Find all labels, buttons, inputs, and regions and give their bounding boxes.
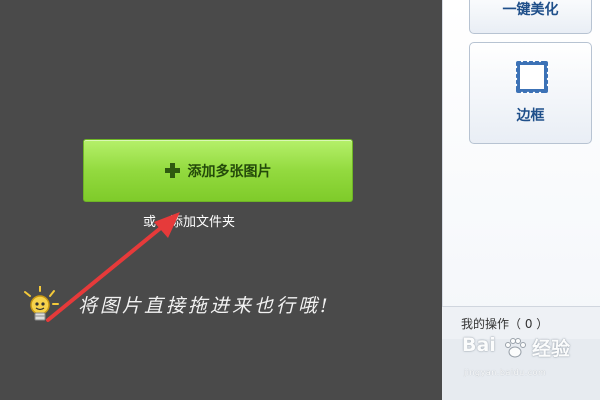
paw-icon	[505, 338, 526, 358]
frame-icon	[514, 59, 550, 95]
drag-hint-text: 将图片直接拖进来也行哦!	[78, 295, 331, 317]
my-operations-label: 我的操作（ 0 ）	[461, 316, 549, 331]
border-button[interactable]: 边框	[469, 42, 592, 144]
watermark-text-right: 经验	[532, 338, 571, 360]
baidu-jingyan-watermark: Bai 经验 jingyan.baidu.com	[462, 334, 600, 384]
plus-icon	[164, 163, 180, 178]
lightbulb-icon	[24, 286, 59, 321]
one-click-beautify-button[interactable]: 一键美化	[469, 0, 592, 34]
watermark-text-left: Bai	[462, 334, 496, 356]
add-folder-link[interactable]: 添加文件夹	[170, 211, 235, 230]
add-photos-label: 添加多张图片	[187, 163, 272, 180]
add-multiple-photos-button[interactable]: 添加多张图片	[83, 139, 353, 202]
or-text: 或	[143, 215, 157, 230]
border-label: 边框	[516, 108, 545, 124]
watermark-url: jingyan.baidu.com	[464, 368, 547, 377]
beautify-label: 一键美化	[502, 2, 559, 18]
